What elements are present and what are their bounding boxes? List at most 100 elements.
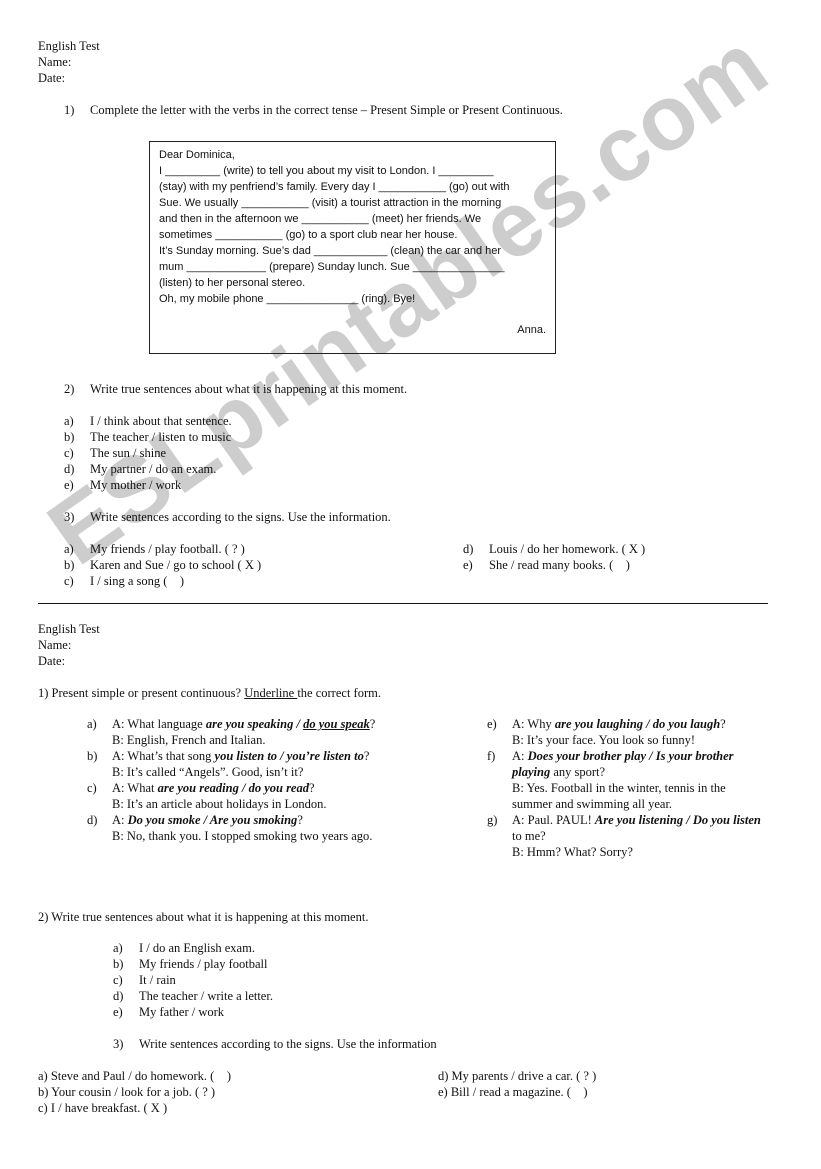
option-text: you listen to / you’re listen to: [214, 749, 364, 763]
letter-line: and then in the afternoon we ___________…: [159, 213, 482, 225]
speaker-a-line: A: What’s that song you listen to / you’…: [112, 748, 382, 764]
item-label: c): [87, 781, 97, 795]
speaker-b-line: B: It’s your face. You look so funny!: [512, 733, 695, 747]
text: to me?: [512, 829, 546, 843]
dialogue-item: g) A: Paul. PAUL! Are you listening / Do…: [487, 812, 767, 860]
date-label: Date:: [38, 71, 66, 85]
item-label: e): [113, 1005, 123, 1019]
item-text: Karen and Sue / go to school ( X ): [90, 558, 262, 572]
item-label: b): [64, 558, 75, 572]
item-text: The teacher / write a letter.: [139, 989, 273, 1003]
list-item: c) The sun / shine: [64, 445, 232, 461]
item-label: a): [113, 941, 123, 955]
question-number: 2): [64, 382, 75, 396]
text: A: Paul. PAUL!: [512, 813, 595, 827]
test1-header: English Test Name: Date:: [38, 38, 100, 86]
test-title: English Test: [38, 622, 100, 636]
item-label: a): [64, 542, 74, 556]
list-item: b) Your cousin / look for a job. ( ? ): [38, 1085, 216, 1099]
speaker-b-line: B: Yes. Football in the winter, tennis i…: [512, 781, 726, 811]
instruction-text: Write true sentences about what it is ha…: [90, 382, 408, 396]
test1-q3-right-list: d) Louis / do her homework. ( X ) e) She /…: [463, 541, 645, 573]
list-item: d) The teacher / write a letter.: [113, 988, 273, 1004]
letter-line: I _________ (write) to tell you about my…: [159, 165, 494, 177]
list-item: c) I / sing a song ( ): [64, 573, 261, 589]
list-item: e) My mother / work: [64, 477, 232, 493]
letter-line: sometimes ___________ (go) to a sport cl…: [159, 229, 458, 241]
question-number: 3): [113, 1037, 124, 1051]
list-item: a) My friends / play football. ( ? ): [64, 541, 261, 557]
option-text-underlined: do you speak: [303, 717, 370, 731]
list-item: c) It / rain: [113, 972, 273, 988]
option-text: Does your brother play / Is your brother…: [512, 749, 734, 779]
test2-q1-right-column: e) A: Why are you laughing / do you laug…: [487, 716, 767, 860]
item-text: I / think about that sentence.: [90, 414, 232, 428]
item-text: The sun / shine: [90, 446, 167, 460]
item-label: c): [64, 574, 74, 588]
list-item: a) Steve and Paul / do homework. ( ): [38, 1069, 232, 1083]
item-text: It / rain: [139, 973, 176, 987]
text: ?: [369, 717, 376, 731]
item-label: d): [64, 462, 75, 476]
text: A:: [512, 749, 528, 763]
instruction-underlined: Underline: [244, 686, 298, 700]
speaker-b-line: B: It’s an article about holidays in Lon…: [112, 797, 327, 811]
text: A: What: [112, 781, 158, 795]
speaker-b-line: B: Hmm? What? Sorry?: [512, 845, 633, 859]
test-title: English Test: [38, 39, 100, 53]
letter-line: (stay) with my penfriend’s family. Every…: [159, 181, 510, 193]
option-text: are you speaking /: [205, 717, 304, 731]
item-label: c): [64, 446, 74, 460]
option-text: Are you listening / Do you listen: [594, 813, 761, 827]
speaker-a-line: A: Why are you laughing / do you laugh?: [512, 716, 726, 732]
test2-q1-left-column: a) A: What language are you speaking / d…: [87, 716, 387, 844]
text: ?: [297, 813, 303, 827]
list-item: d) Louis / do her homework. ( X ): [463, 541, 645, 557]
instruction-text: Complete the letter with the verbs in th…: [90, 103, 563, 117]
dialogue-item: a) A: What language are you speaking / d…: [87, 716, 387, 748]
list-item: b) Karen and Sue / go to school ( X ): [64, 557, 261, 573]
list-item: e) My father / work: [113, 1004, 273, 1020]
letter-line: It’s Sunday morning. Sue’s dad _________…: [159, 245, 502, 257]
item-text: My friends / play football. ( ? ): [90, 542, 245, 556]
item-label: f): [487, 749, 496, 763]
test2-q3-left-list: a) Steve and Paul / do homework. ( ) b) …: [38, 1068, 231, 1116]
speaker-b-line: B: No, thank you. I stopped smoking two …: [112, 829, 373, 843]
item-text: She / read many books. ( ): [489, 558, 630, 572]
option-text: are you reading / do you read: [157, 781, 309, 795]
option-text: are you laughing / do you laugh: [554, 717, 721, 731]
speaker-b-line: B: English, French and Italian.: [112, 733, 266, 747]
name-label: Name:: [38, 55, 72, 69]
test1-q3-left-list: a) My friends / play football. ( ? ) b) Ka…: [64, 541, 261, 589]
test2-q2-list: a) I / do an English exam. b) My friends /…: [113, 940, 273, 1020]
letter-line: Dear Dominica,: [159, 149, 235, 161]
list-item: a) I / think about that sentence.: [64, 413, 232, 429]
question-number: 3): [64, 510, 75, 524]
test1-q2-instruction: 2) Write true sentences about what it is…: [64, 381, 407, 397]
instruction-text: Write sentences according to the signs. …: [139, 1037, 437, 1051]
item-label: b): [64, 430, 75, 444]
speaker-a-line: A: Does your brother play / Is your brot…: [512, 748, 767, 780]
instruction-text: Write sentences according to the signs. …: [90, 510, 391, 524]
list-item: e) Bill / read a magazine. ( ): [438, 1085, 588, 1099]
letter-line: mum _____________ (prepare) Sunday lunch…: [159, 261, 505, 273]
test2-q3-right-list: d) My parents / drive a car. ( ? ) e) Bi…: [438, 1068, 596, 1100]
list-item: b) The teacher / listen to music: [64, 429, 232, 445]
test1-q1-instruction: 1) Complete the letter with the verbs in…: [64, 102, 563, 118]
item-label: d): [113, 989, 124, 1003]
list-item: d) My partner / do an exam.: [64, 461, 232, 477]
item-text: I / do an English exam.: [139, 941, 255, 955]
item-label: a): [87, 717, 97, 731]
text: A: Why: [512, 717, 555, 731]
speaker-a-line: A: Do you smoke / Are you smoking?: [112, 812, 382, 828]
item-text: My father / work: [139, 1005, 225, 1019]
list-item: b) My friends / play football: [113, 956, 273, 972]
item-text: My friends / play football: [139, 957, 268, 971]
list-item: a) I / do an English exam.: [113, 940, 273, 956]
instruction-text: 1) Present simple or present continuous?: [38, 686, 245, 700]
item-label: e): [463, 558, 473, 572]
text: A:: [112, 813, 128, 827]
test2-q1-instruction: 1) Present simple or present continuous?…: [38, 685, 381, 701]
item-label: a): [64, 414, 74, 428]
date-label: Date:: [38, 654, 66, 668]
